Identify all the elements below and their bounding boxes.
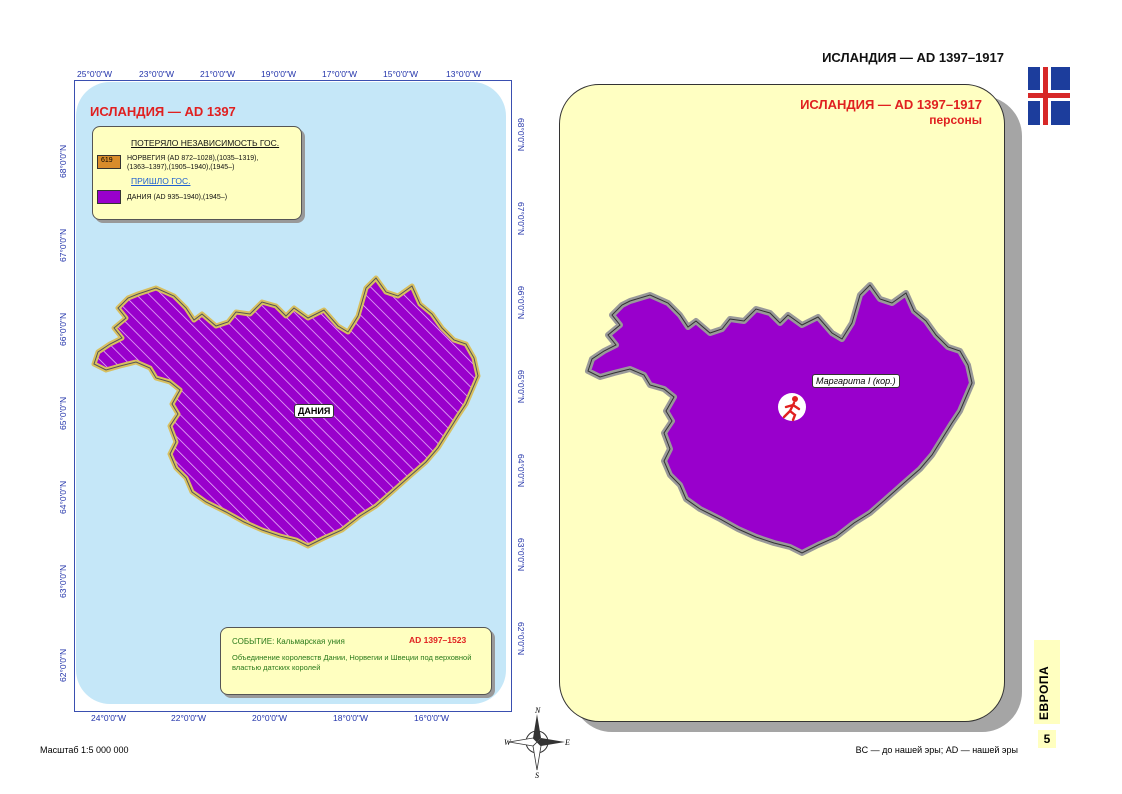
legend-came-header[interactable]: ПРИШЛО ГОС. (131, 176, 190, 186)
legend-norway-text-2: (1363–1397),(1905–1940),(1945–) (127, 164, 235, 171)
right-map-title: ИСЛАНДИЯ — AD 1397–1917 (800, 97, 982, 112)
top-tick: 13°0'0"W (446, 69, 481, 79)
event-years: AD 1397–1523 (409, 635, 467, 645)
iceland-shape[interactable] (585, 282, 975, 556)
bottom-tick: 18°0'0"W (333, 713, 368, 723)
section-label: ЕВРОПА (1037, 665, 1051, 720)
right-tick: 63°0'0"N (516, 538, 526, 572)
left-tick: 65°0'0"N (58, 396, 68, 430)
bottom-tick: 24°0'0"W (91, 713, 126, 723)
svg-text:S: S (535, 771, 539, 778)
svg-text:N: N (534, 706, 541, 715)
region-label-denmark[interactable]: ДАНИЯ (294, 404, 335, 418)
right-tick: 68°0'0"N (516, 118, 526, 152)
left-tick: 68°0'0"N (58, 144, 68, 178)
top-tick: 25°0'0"W (77, 69, 112, 79)
left-map-title: ИСЛАНДИЯ — AD 1397 (90, 104, 236, 119)
denmark-swatch (97, 190, 121, 204)
top-tick: 21°0'0"W (200, 69, 235, 79)
left-tick: 66°0'0"N (58, 312, 68, 346)
norway-code: 619 (101, 157, 113, 164)
right-map-panel: ИСЛАНДИЯ — AD 1397–1917 персоны Маргарит… (559, 84, 1005, 722)
era-note: BC — до нашей эры; AD — нашей эры (855, 745, 1018, 755)
top-tick: 15°0'0"W (383, 69, 418, 79)
bottom-tick: 16°0'0"W (414, 713, 449, 723)
svg-text:E: E (564, 738, 570, 747)
event-description: Объединение королевств Дании, Норвегии и… (232, 653, 472, 672)
bottom-tick: 20°0'0"W (252, 713, 287, 723)
legend-lost-header[interactable]: ПОТЕРЯЛО НЕЗАВИСИМОСТЬ ГОС. (131, 138, 279, 148)
event-label: СОБЫТИЕ: Кальмарская уния (232, 637, 345, 646)
right-tick: 64°0'0"N (516, 454, 526, 488)
right-tick: 67°0'0"N (516, 202, 526, 236)
right-tick: 66°0'0"N (516, 286, 526, 320)
legend-denmark-text: ДАНИЯ (AD 935–1940),(1945–) (127, 194, 228, 201)
person-label[interactable]: Маргарита I (кор.) (812, 374, 900, 388)
norway-swatch: 619 (97, 155, 121, 169)
right-map-subtitle: персоны (929, 113, 982, 127)
running-person-icon[interactable] (778, 393, 806, 422)
right-map-svg (585, 282, 975, 556)
bottom-tick: 22°0'0"W (171, 713, 206, 723)
top-tick: 17°0'0"W (322, 69, 357, 79)
left-tick: 63°0'0"N (58, 564, 68, 598)
map-legend: ПОТЕРЯЛО НЕЗАВИСИМОСТЬ ГОС. 619 НОРВЕГИЯ… (92, 126, 302, 220)
right-tick: 65°0'0"N (516, 370, 526, 404)
left-tick: 67°0'0"N (58, 228, 68, 262)
legend-norway-text-1: НОРВЕГИЯ (AD 872–1028),(1035–1319), (127, 155, 259, 162)
page-title: ИСЛАНДИЯ — AD 1397–1917 (822, 50, 1004, 65)
right-tick: 62°0'0"N (516, 622, 526, 656)
iceland-shape[interactable] (91, 275, 481, 549)
top-tick: 23°0'0"W (139, 69, 174, 79)
compass-rose-icon: N S W E (504, 706, 570, 778)
page-number: 5 (1038, 730, 1056, 748)
scale-label: Масштаб 1:5 000 000 (40, 745, 129, 755)
left-tick: 64°0'0"N (58, 480, 68, 514)
top-tick: 19°0'0"W (261, 69, 296, 79)
section-tab[interactable]: ЕВРОПА (1034, 640, 1060, 724)
left-tick: 62°0'0"N (58, 648, 68, 682)
event-box: СОБЫТИЕ: Кальмарская уния AD 1397–1523 О… (220, 627, 492, 695)
iceland-flag-icon (1028, 67, 1070, 125)
